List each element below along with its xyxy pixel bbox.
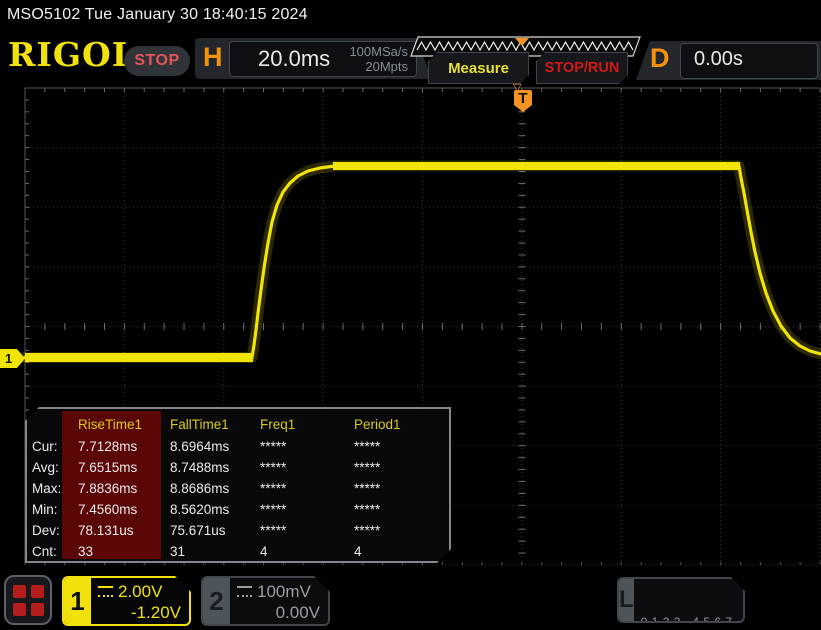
dc-coupling-icon bbox=[98, 586, 113, 597]
menu-grid-icon bbox=[12, 584, 26, 598]
measurement-row-avg: Avg: 7.6515ms 8.7488ms ***** ***** bbox=[32, 460, 381, 475]
channel2-scale: 100mV bbox=[257, 582, 311, 601]
menu-grid-icon bbox=[30, 602, 44, 616]
measurement-row-max: Max: 7.8836ms 8.8686ms ***** ***** bbox=[32, 481, 381, 496]
measurement-row-cur: Cur: 7.7128ms 8.6964ms ***** ***** bbox=[32, 439, 381, 454]
logic-label: L bbox=[619, 579, 634, 621]
channel2-number: 2 bbox=[203, 578, 230, 624]
measurement-results-panel: RiseTime1 FallTime1 Freq1 Period1 Cur: 7… bbox=[25, 407, 451, 563]
measurement-column-falltime[interactable]: FallTime1 bbox=[170, 417, 260, 432]
measurement-row-cnt: Cnt: 33 31 4 4 bbox=[32, 544, 362, 559]
measurement-column-period[interactable]: Period1 bbox=[354, 417, 444, 432]
channel1-scale: 2.00V bbox=[118, 582, 163, 601]
channel1-offset: -1.20V bbox=[130, 603, 181, 622]
logic-channels-badge[interactable]: L 0 1 2 3 4 5 6 7 8 9 10 11 12 13 14 15 bbox=[617, 577, 745, 623]
dc-coupling-icon bbox=[237, 586, 252, 597]
menu-grid-icon bbox=[12, 602, 26, 616]
logic-channels-row1: 0 1 2 3 4 5 6 7 bbox=[640, 615, 733, 623]
measurement-row-dev: Dev: 78.131us 75.671us ***** ***** bbox=[32, 523, 381, 538]
measurement-row-min: Min: 7.4560ms 8.5620ms ***** ***** bbox=[32, 502, 381, 517]
channel1-number: 1 bbox=[64, 578, 91, 624]
channel1-badge[interactable]: 1 2.00V -1.20V bbox=[62, 576, 191, 626]
channel2-offset: 0.00V bbox=[275, 603, 320, 622]
quick-menu-button[interactable] bbox=[4, 575, 52, 625]
measurement-column-risetime[interactable]: RiseTime1 bbox=[70, 417, 170, 432]
menu-grid-icon bbox=[30, 584, 44, 598]
channel2-badge[interactable]: 2 100mV 0.00V bbox=[201, 576, 330, 626]
measurement-header-row: RiseTime1 FallTime1 Freq1 Period1 bbox=[32, 413, 449, 436]
measurement-column-freq[interactable]: Freq1 bbox=[260, 417, 354, 432]
